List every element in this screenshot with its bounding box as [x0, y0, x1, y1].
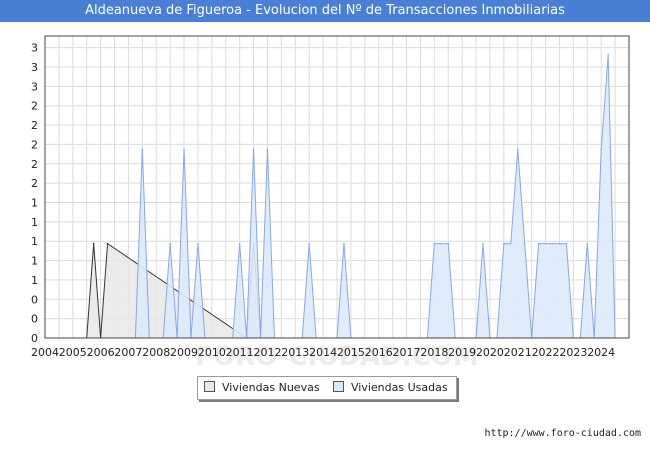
point-viviendas-usadas — [523, 242, 526, 245]
legend-item-viviendas-usadas: Viviendas Usadas — [333, 381, 448, 395]
x-tick-label: 2010 — [198, 346, 226, 359]
point-viviendas-usadas — [169, 242, 171, 245]
y-tick-label: 1 — [31, 216, 38, 229]
point-viviendas-usadas — [516, 148, 519, 151]
y-tick-label: 0 — [31, 293, 38, 306]
x-tick-label: 2004 — [31, 346, 59, 359]
y-tick-label: 1 — [31, 235, 38, 248]
y-tick-label: 2 — [31, 177, 38, 190]
point-viviendas-usadas — [544, 242, 547, 245]
point-viviendas-usadas — [308, 242, 310, 245]
legend-label-viviendas-usadas: Viviendas Usadas — [351, 381, 448, 394]
x-tick-label: 2021 — [504, 346, 532, 359]
x-tick-label: 2013 — [281, 346, 309, 359]
point-viviendas-usadas — [510, 242, 512, 245]
point-viviendas-usadas — [440, 242, 443, 245]
y-tick-label: 2 — [31, 100, 38, 113]
x-tick-label: 2022 — [532, 346, 560, 359]
y-tick-label: 3 — [31, 61, 38, 74]
point-viviendas-usadas — [238, 242, 241, 245]
point-viviendas-usadas — [482, 242, 484, 245]
y-tick-label: 0 — [31, 332, 38, 345]
point-viviendas-usadas — [197, 242, 199, 245]
y-tick-label: 1 — [31, 196, 38, 209]
x-tick-label: 2009 — [170, 346, 198, 359]
y-tick-label: 1 — [31, 255, 38, 268]
x-tick-label: 2005 — [59, 346, 87, 359]
point-viviendas-usadas — [565, 242, 568, 245]
legend-swatch-viviendas-usadas — [333, 381, 344, 392]
source-link[interactable]: http://www.foro-ciudad.com — [484, 428, 641, 439]
x-tick-label: 2008 — [142, 346, 170, 359]
point-viviendas-usadas — [607, 54, 609, 56]
x-tick-label: 2016 — [365, 346, 393, 359]
point-viviendas-usadas — [266, 148, 269, 151]
point-viviendas-usadas — [537, 242, 540, 245]
x-tick-label: 2019 — [448, 346, 476, 359]
point-viviendas-usadas — [503, 242, 505, 245]
x-tick-label: 2007 — [114, 346, 142, 359]
point-viviendas-usadas — [551, 242, 554, 245]
point-viviendas-nuevas — [92, 242, 95, 245]
x-tick-label: 2023 — [559, 346, 587, 359]
x-tick-label: 2012 — [253, 346, 281, 359]
point-viviendas-usadas — [600, 148, 602, 151]
x-tick-label: 2006 — [87, 346, 115, 359]
x-tick-label: 2020 — [476, 346, 504, 359]
point-viviendas-usadas — [586, 242, 589, 245]
y-tick-label: 0 — [31, 313, 38, 326]
y-tick-label: 2 — [31, 119, 38, 132]
legend: Viviendas Nuevas Viviendas Usadas — [197, 376, 457, 400]
legend-label-viviendas-nuevas: Viviendas Nuevas — [222, 381, 320, 394]
point-viviendas-usadas — [183, 148, 185, 151]
point-viviendas-usadas — [447, 242, 450, 245]
chart-page: Aldeanueva de Figueroa - Evolucion del N… — [0, 0, 650, 450]
y-tick-label: 3 — [31, 80, 38, 93]
y-tick-label: 1 — [31, 274, 38, 287]
point-viviendas-usadas — [558, 242, 561, 245]
point-viviendas-usadas — [252, 148, 255, 151]
point-viviendas-usadas — [141, 148, 144, 151]
point-viviendas-usadas — [433, 242, 436, 245]
point-viviendas-nuevas — [106, 242, 109, 245]
y-tick-label: 2 — [31, 138, 38, 151]
x-tick-label: 2017 — [393, 346, 421, 359]
legend-swatch-viviendas-nuevas — [204, 381, 215, 392]
x-tick-label: 2015 — [337, 346, 365, 359]
y-tick-label: 3 — [31, 42, 38, 55]
point-viviendas-usadas — [343, 242, 345, 245]
x-tick-label: 2011 — [226, 346, 254, 359]
x-tick-label: 2018 — [420, 346, 448, 359]
x-tick-label: 2024 — [587, 346, 615, 359]
y-tick-label: 2 — [31, 158, 38, 171]
legend-item-viviendas-nuevas: Viviendas Nuevas — [204, 381, 320, 395]
x-tick-label: 2014 — [309, 346, 337, 359]
